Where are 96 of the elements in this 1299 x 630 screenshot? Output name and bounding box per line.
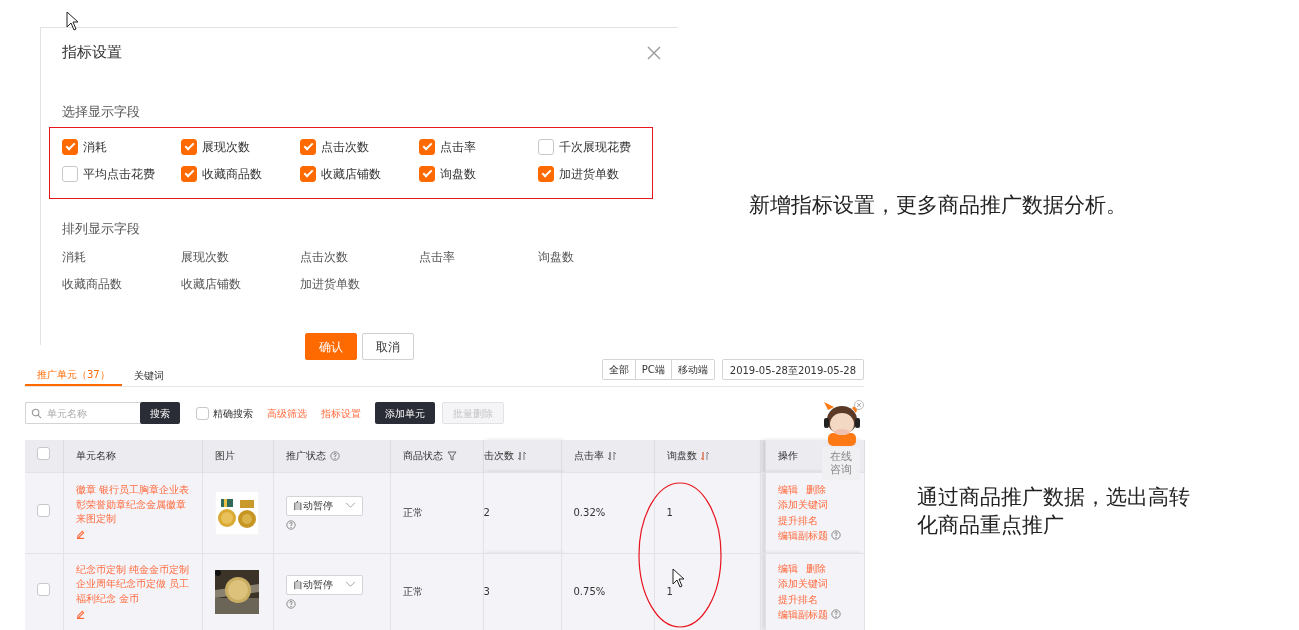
edit-icon[interactable] — [75, 530, 85, 540]
field-label: 点击率 — [419, 249, 456, 266]
table-cell: 正常 — [390, 553, 483, 630]
search-button[interactable]: 搜索 — [140, 402, 180, 424]
action-link[interactable]: 编辑副标题 — [777, 609, 828, 621]
action-link[interactable]: 删除 — [805, 562, 826, 574]
table-cell: 1 — [654, 553, 760, 630]
action-link[interactable]: 编辑副标题 — [777, 530, 828, 541]
field-label: 消耗 — [62, 249, 87, 266]
checkbox-label: 消耗 — [83, 138, 107, 156]
checkbox[interactable] — [37, 583, 50, 597]
status-dropdown[interactable]: 自动暂停 — [285, 495, 363, 516]
checkbox[interactable] — [37, 504, 50, 517]
toolbar-link[interactable]: 高级筛选 — [267, 405, 307, 421]
table-cell: 正常 — [390, 472, 483, 553]
search-icon — [31, 408, 42, 419]
column-header: 击次数 — [483, 450, 514, 462]
checkbox-label: 询盘数 — [440, 165, 476, 183]
toolbar-link[interactable]: 指标设置 — [321, 405, 361, 421]
table-cell: 3 — [483, 553, 561, 630]
sort-icon[interactable] — [699, 451, 710, 462]
checkbox[interactable] — [181, 165, 197, 182]
help-icon[interactable] — [830, 530, 841, 540]
checkbox[interactable] — [181, 138, 197, 155]
checkbox[interactable] — [62, 138, 78, 155]
checkbox[interactable] — [62, 165, 78, 182]
column-header: 操作 — [777, 450, 798, 462]
checkbox-label: 收藏商品数 — [202, 165, 262, 183]
sort-icon[interactable] — [606, 451, 617, 462]
action-link[interactable]: 编辑 — [777, 562, 798, 574]
checkbox[interactable] — [538, 165, 554, 182]
cancel-button[interactable]: 取消 — [362, 333, 414, 360]
help-icon[interactable] — [285, 519, 296, 530]
cursor-icon — [66, 11, 80, 31]
help-icon[interactable] — [285, 598, 296, 609]
confirm-button[interactable]: 确认 — [305, 333, 357, 360]
checkbox-label: 收藏店铺数 — [321, 165, 381, 183]
action-link[interactable]: 提升排名 — [777, 514, 818, 526]
column-header: 询盘数 — [666, 450, 697, 462]
checkbox-label: 点击次数 — [321, 138, 369, 156]
column-header: 图片 — [214, 450, 235, 462]
action-link[interactable]: 编辑 — [777, 483, 798, 495]
column-header: 商品状态 — [402, 450, 443, 462]
close-icon[interactable] — [646, 45, 662, 61]
action-link[interactable]: 添加关键词 — [777, 499, 828, 510]
field-label: 展现次数 — [181, 249, 230, 266]
search-field[interactable]: 单元名称 — [25, 402, 140, 424]
annotation-text: 通过商品推广数据，选出高转化商品重点推广 — [917, 484, 1190, 540]
field-label: 点击次数 — [300, 249, 349, 266]
column-header: 单元名称 — [75, 450, 116, 462]
checkbox-label: 千次展现花费 — [559, 138, 631, 156]
section-title: 选择显示字段 — [62, 103, 141, 121]
tab[interactable]: 关键词 — [121, 355, 176, 386]
field-label: 收藏店铺数 — [181, 276, 242, 293]
field-label: 收藏商品数 — [62, 276, 123, 293]
checkbox-label: 点击率 — [440, 138, 476, 156]
section-title: 排列显示字段 — [62, 219, 141, 238]
checkbox[interactable] — [37, 447, 50, 461]
checkbox[interactable] — [538, 138, 554, 155]
checkbox-label: 加进货单数 — [559, 165, 619, 183]
sort-icon[interactable] — [516, 451, 527, 462]
caret-icon — [344, 502, 356, 509]
edit-icon[interactable] — [75, 609, 85, 619]
column-header: 点击率 — [573, 450, 604, 462]
toolbar-button[interactable]: 添加单元 — [375, 402, 435, 424]
caret-icon — [344, 581, 356, 589]
status-dropdown[interactable]: 自动暂停 — [285, 574, 363, 595]
table-cell: 1 — [654, 472, 760, 553]
help-icon[interactable] — [329, 451, 340, 462]
tab[interactable]: 推广单元（37） — [25, 355, 122, 386]
checkbox-label: 展现次数 — [202, 138, 250, 156]
table-cell: 0.32% — [561, 472, 654, 553]
action-link[interactable]: 添加关键词 — [777, 578, 828, 590]
field-label: 询盘数 — [538, 249, 575, 266]
dialog-title: 指标设置 — [62, 42, 122, 63]
action-link[interactable]: 删除 — [805, 483, 826, 495]
field-label: 加进货单数 — [300, 276, 361, 293]
table-cell: 2 — [483, 472, 561, 553]
filter-icon[interactable] — [446, 451, 457, 462]
date-range-field[interactable]: 2019-05-28至2019-05-28 — [721, 359, 864, 380]
help-icon[interactable] — [830, 609, 841, 620]
chat-button[interactable]: 在线咨询 — [822, 447, 860, 480]
checkbox-label: 精确搜索 — [213, 406, 253, 421]
checkbox[interactable] — [419, 138, 435, 155]
filter-button[interactable]: 全部 — [602, 360, 636, 379]
column-header: 推广状态 — [285, 450, 326, 462]
checkbox[interactable] — [300, 165, 316, 182]
checkbox[interactable] — [300, 138, 316, 155]
checkbox[interactable] — [419, 165, 435, 182]
table-cell: 0.75% — [561, 553, 654, 630]
checkbox[interactable] — [196, 406, 209, 420]
mascot-drawing[interactable] — [822, 400, 864, 446]
cursor-icon — [672, 568, 686, 588]
checkbox-label: 平均点击花费 — [83, 165, 155, 183]
annotation-text: 新增指标设置，更多商品推广数据分析。 — [749, 192, 1127, 219]
action-link[interactable]: 提升排名 — [777, 593, 818, 605]
